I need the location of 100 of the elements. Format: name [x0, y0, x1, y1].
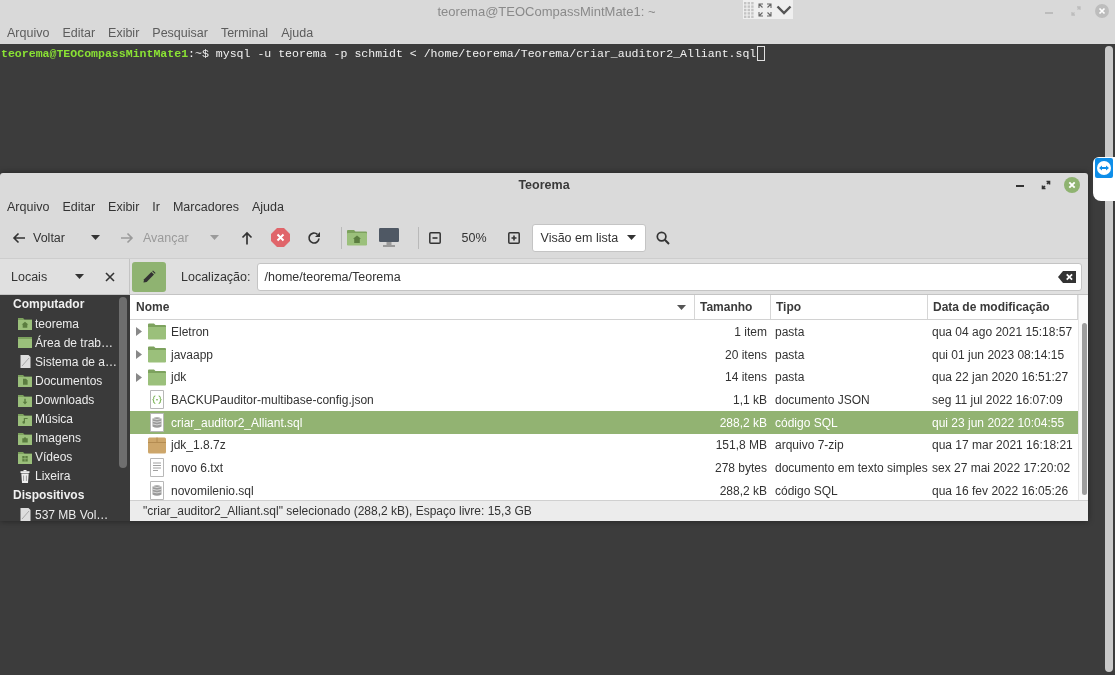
sidebar-item[interactable]: Vídeos — [0, 447, 119, 467]
download-folder-icon — [18, 393, 32, 407]
search-icon[interactable] — [655, 230, 670, 245]
camera-folder-icon — [18, 431, 32, 445]
file-type: documento em texto simples — [775, 460, 928, 475]
drive-icon — [18, 355, 32, 369]
sidebar-item[interactable]: Sistema de a… — [0, 352, 119, 372]
sidebar-item[interactable]: teorema — [0, 314, 119, 334]
home-folder-icon — [18, 317, 32, 331]
file-type: pasta — [775, 370, 805, 385]
column-header[interactable]: Nome — [130, 295, 695, 319]
trash-icon — [18, 469, 32, 483]
cursor-icon — [757, 46, 766, 61]
menu-item[interactable]: Editar — [62, 26, 96, 40]
box-icon — [147, 436, 167, 454]
menu-item[interactable]: Ajuda — [251, 199, 284, 214]
file-type: documento JSON — [775, 392, 870, 407]
modified-date: qua 22 jan 2020 16:51:27 — [932, 370, 1069, 385]
places-dropdown[interactable]: Locais — [4, 263, 88, 290]
window-title: Teorema — [518, 177, 570, 192]
modified-date: seg 11 jul 2022 16:07:09 — [932, 392, 1063, 407]
modified-date: qui 23 jun 2022 10:04:55 — [932, 415, 1065, 430]
column-header[interactable]: Tipo — [771, 295, 928, 319]
expander-arrow-icon[interactable] — [136, 327, 142, 337]
up-arrow-icon[interactable] — [241, 230, 253, 245]
location-label: Localização: — [181, 269, 251, 284]
menu-item[interactable]: Exibir — [108, 26, 140, 40]
plus-square-icon[interactable] — [507, 231, 520, 244]
dots-grid-icon[interactable] — [744, 1, 754, 18]
file-size: 278 bytes — [714, 460, 767, 475]
drive-icon — [18, 508, 32, 521]
sidebar-item[interactable]: Documentos — [0, 371, 119, 391]
file-name: novo 6.txt — [171, 460, 224, 475]
sidebar-item[interactable]: Lixeira — [0, 466, 119, 486]
file-size: 20 itens — [724, 347, 767, 362]
menu-item[interactable]: Ajuda — [281, 26, 314, 40]
folder-icon — [18, 336, 32, 350]
expand-icon[interactable] — [758, 2, 772, 17]
pencil-icon — [142, 269, 156, 284]
sort-arrow-icon — [677, 304, 686, 310]
expander-arrow-icon[interactable] — [136, 372, 142, 382]
side-tab[interactable] — [1093, 157, 1115, 201]
scrollbar[interactable] — [1105, 46, 1113, 672]
sidebar-item[interactable]: Área de trab… — [0, 333, 119, 353]
file-type: código SQL — [775, 483, 838, 498]
scrollbar[interactable] — [119, 297, 127, 468]
scrollbar[interactable] — [1082, 323, 1087, 495]
modified-date: qua 17 mar 2021 16:18:21 — [932, 438, 1073, 453]
home-folder-icon[interactable] — [345, 229, 368, 246]
location-edit-button[interactable] — [132, 261, 166, 292]
menu-item[interactable]: Editar — [62, 199, 96, 214]
view-mode-dropdown[interactable]: Visão em lista — [531, 223, 646, 252]
menu-item[interactable]: Terminal — [220, 26, 269, 40]
section-heading: Dispositivos — [12, 486, 86, 504]
file-name: novomilenio.sql — [171, 483, 254, 498]
file-size: 288,2 kB — [719, 415, 767, 430]
file-name: jdk — [171, 370, 187, 385]
braces-file-icon — [149, 390, 165, 410]
restore-icon[interactable] — [1041, 179, 1051, 190]
zoom-level: 50% — [461, 230, 487, 245]
sidebar-item[interactable]: Música — [0, 409, 119, 429]
database-file-icon — [149, 413, 165, 433]
menu-item[interactable]: Arquivo — [7, 199, 50, 214]
sidebar-item[interactable]: 537 MB Vol… — [0, 505, 119, 521]
file-name: Eletron — [171, 324, 210, 339]
file-name: javaapp — [171, 347, 214, 362]
file-size: 288,2 kB — [719, 483, 767, 498]
caret-down-icon — [626, 235, 636, 240]
film-folder-icon — [18, 450, 32, 464]
menu-item[interactable]: Arquivo — [7, 26, 50, 40]
expander-arrow-icon[interactable] — [136, 350, 142, 360]
close-icon[interactable] — [105, 271, 115, 282]
circular-arrow-icon[interactable] — [306, 230, 321, 245]
menu-item[interactable]: Ir — [152, 199, 160, 214]
caret-down-icon[interactable] — [90, 235, 100, 240]
location-field[interactable]: /home/teorema/Teorema — [256, 262, 1082, 291]
file-type: pasta — [775, 324, 805, 339]
file-size: 151,8 MB — [715, 438, 767, 453]
menu-item[interactable]: Marcadores — [172, 199, 239, 214]
modified-date: qua 04 ago 2021 15:18:57 — [932, 324, 1073, 339]
column-header[interactable]: Tamanho — [695, 295, 771, 319]
clear-icon[interactable] — [1058, 270, 1076, 283]
document-folder-icon — [18, 374, 32, 388]
folder-icon — [147, 323, 167, 341]
file-type: arquivo 7-zip — [775, 438, 844, 453]
window-title: teorema@TEOCompassMintMate1: ~ — [437, 3, 656, 19]
folder-icon — [147, 368, 167, 386]
file-type: código SQL — [775, 415, 838, 430]
chevron-down-icon[interactable] — [776, 4, 792, 15]
menu-item[interactable]: Exibir — [108, 199, 140, 214]
file-size: 1,1 kB — [732, 392, 767, 407]
file-type: pasta — [775, 347, 805, 362]
sidebar-item[interactable]: Downloads — [0, 390, 119, 410]
file-size: 14 itens — [724, 370, 767, 385]
back-button[interactable]: Voltar — [6, 222, 78, 253]
monitor-icon[interactable] — [377, 228, 400, 247]
minus-square-icon[interactable] — [428, 231, 441, 244]
sidebar-item[interactable]: Imagens — [0, 428, 119, 448]
text-file-icon — [149, 458, 165, 478]
menu-item[interactable]: Pesquisar — [152, 26, 208, 40]
